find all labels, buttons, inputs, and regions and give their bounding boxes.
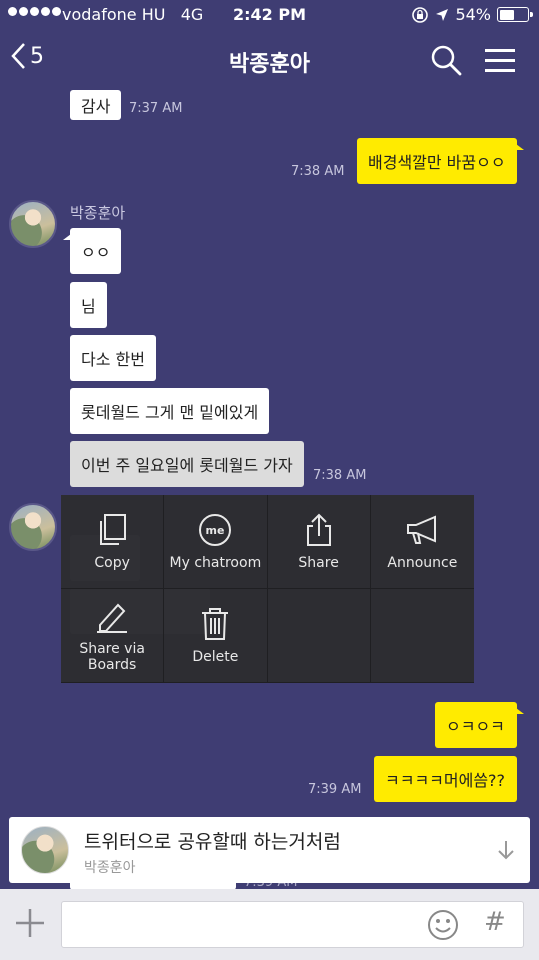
message-bubble[interactable]: 다소 한번 — [70, 335, 156, 381]
share-via-boards-label: Share via Boards — [79, 640, 145, 673]
search-icon[interactable] — [428, 42, 464, 78]
delete-label: Delete — [192, 648, 239, 665]
announce-label: Announce — [387, 554, 458, 571]
empty-cell — [267, 589, 371, 683]
my-chatroom-action[interactable]: me My chatroom — [164, 495, 268, 589]
my-message-bubble[interactable]: ㅇㅋㅇㅋ — [435, 702, 524, 748]
selected-message-bubble[interactable]: 이번 주 일요일에 롯데월드 가자 — [70, 441, 304, 487]
arrow-down-icon[interactable] — [496, 839, 516, 861]
copy-label: Copy — [94, 554, 130, 571]
notice-banner[interactable]: 트위터으로 공유할때 하는거처럼 박종훈아 — [9, 817, 530, 883]
notice-sender: 박종훈아 — [84, 860, 136, 876]
emoji-icon[interactable] — [427, 909, 459, 941]
share-action[interactable]: Share — [267, 495, 371, 589]
avatar[interactable] — [9, 200, 57, 248]
announce-action[interactable]: Announce — [370, 495, 474, 589]
hashtag-search-button[interactable]: # — [484, 907, 506, 937]
chat-header: 5 박종훈아 — [0, 32, 539, 88]
share-via-boards-action[interactable]: Share via Boards — [61, 589, 165, 683]
message-bubble[interactable]: 감사 — [70, 90, 122, 120]
pencil-icon — [97, 603, 128, 633]
input-bar: # — [0, 889, 539, 960]
battery-icon — [497, 7, 533, 22]
copy-icon — [100, 513, 127, 545]
delete-action[interactable]: Delete — [164, 589, 268, 683]
my-chatroom-label: My chatroom — [169, 554, 262, 571]
rotation-lock-icon — [412, 6, 429, 23]
notice-text: 트위터으로 공유할때 하는거처럼 — [84, 831, 341, 853]
status-bar: vodafone HU 4G 2:42 PM 54% — [0, 0, 539, 32]
plus-icon[interactable] — [12, 905, 48, 941]
avatar[interactable] — [9, 503, 57, 551]
share-label: Share — [298, 554, 339, 571]
status-right: 54% — [411, 5, 533, 24]
avatar — [21, 826, 69, 874]
megaphone-icon — [407, 514, 437, 544]
my-message-bubble[interactable]: 배경색깔만 바꿈ㅇㅇ — [357, 138, 524, 184]
message-bubble[interactable]: ㅇㅇ — [62, 228, 122, 274]
message-time: 7:37 AM — [129, 101, 183, 116]
message-bubble[interactable]: 님 — [70, 282, 107, 328]
message-time: 7:38 AM — [313, 468, 367, 483]
message-time: 7:39 AM — [308, 782, 362, 797]
me-glyph: me — [206, 524, 225, 537]
my-message-bubble[interactable]: ㅋㅋㅋㅋ머에씀?? — [374, 756, 517, 802]
sender-name: 박종훈아 — [70, 204, 126, 222]
location-arrow-icon — [436, 8, 449, 21]
message-context-menu: Copy me My chatroom Share Announce Share… — [61, 495, 474, 683]
trash-icon — [202, 607, 229, 640]
me-chatroom-icon: me — [199, 513, 232, 546]
copy-action[interactable]: Copy — [61, 495, 165, 589]
hamburger-menu-icon[interactable] — [482, 44, 518, 78]
battery-percent: 54% — [455, 5, 491, 24]
empty-cell — [370, 589, 474, 683]
message-bubble[interactable]: 롯데월드 그게 맨 밑에있게 — [70, 388, 270, 434]
share-icon — [306, 513, 331, 546]
message-time: 7:38 AM — [291, 164, 345, 179]
